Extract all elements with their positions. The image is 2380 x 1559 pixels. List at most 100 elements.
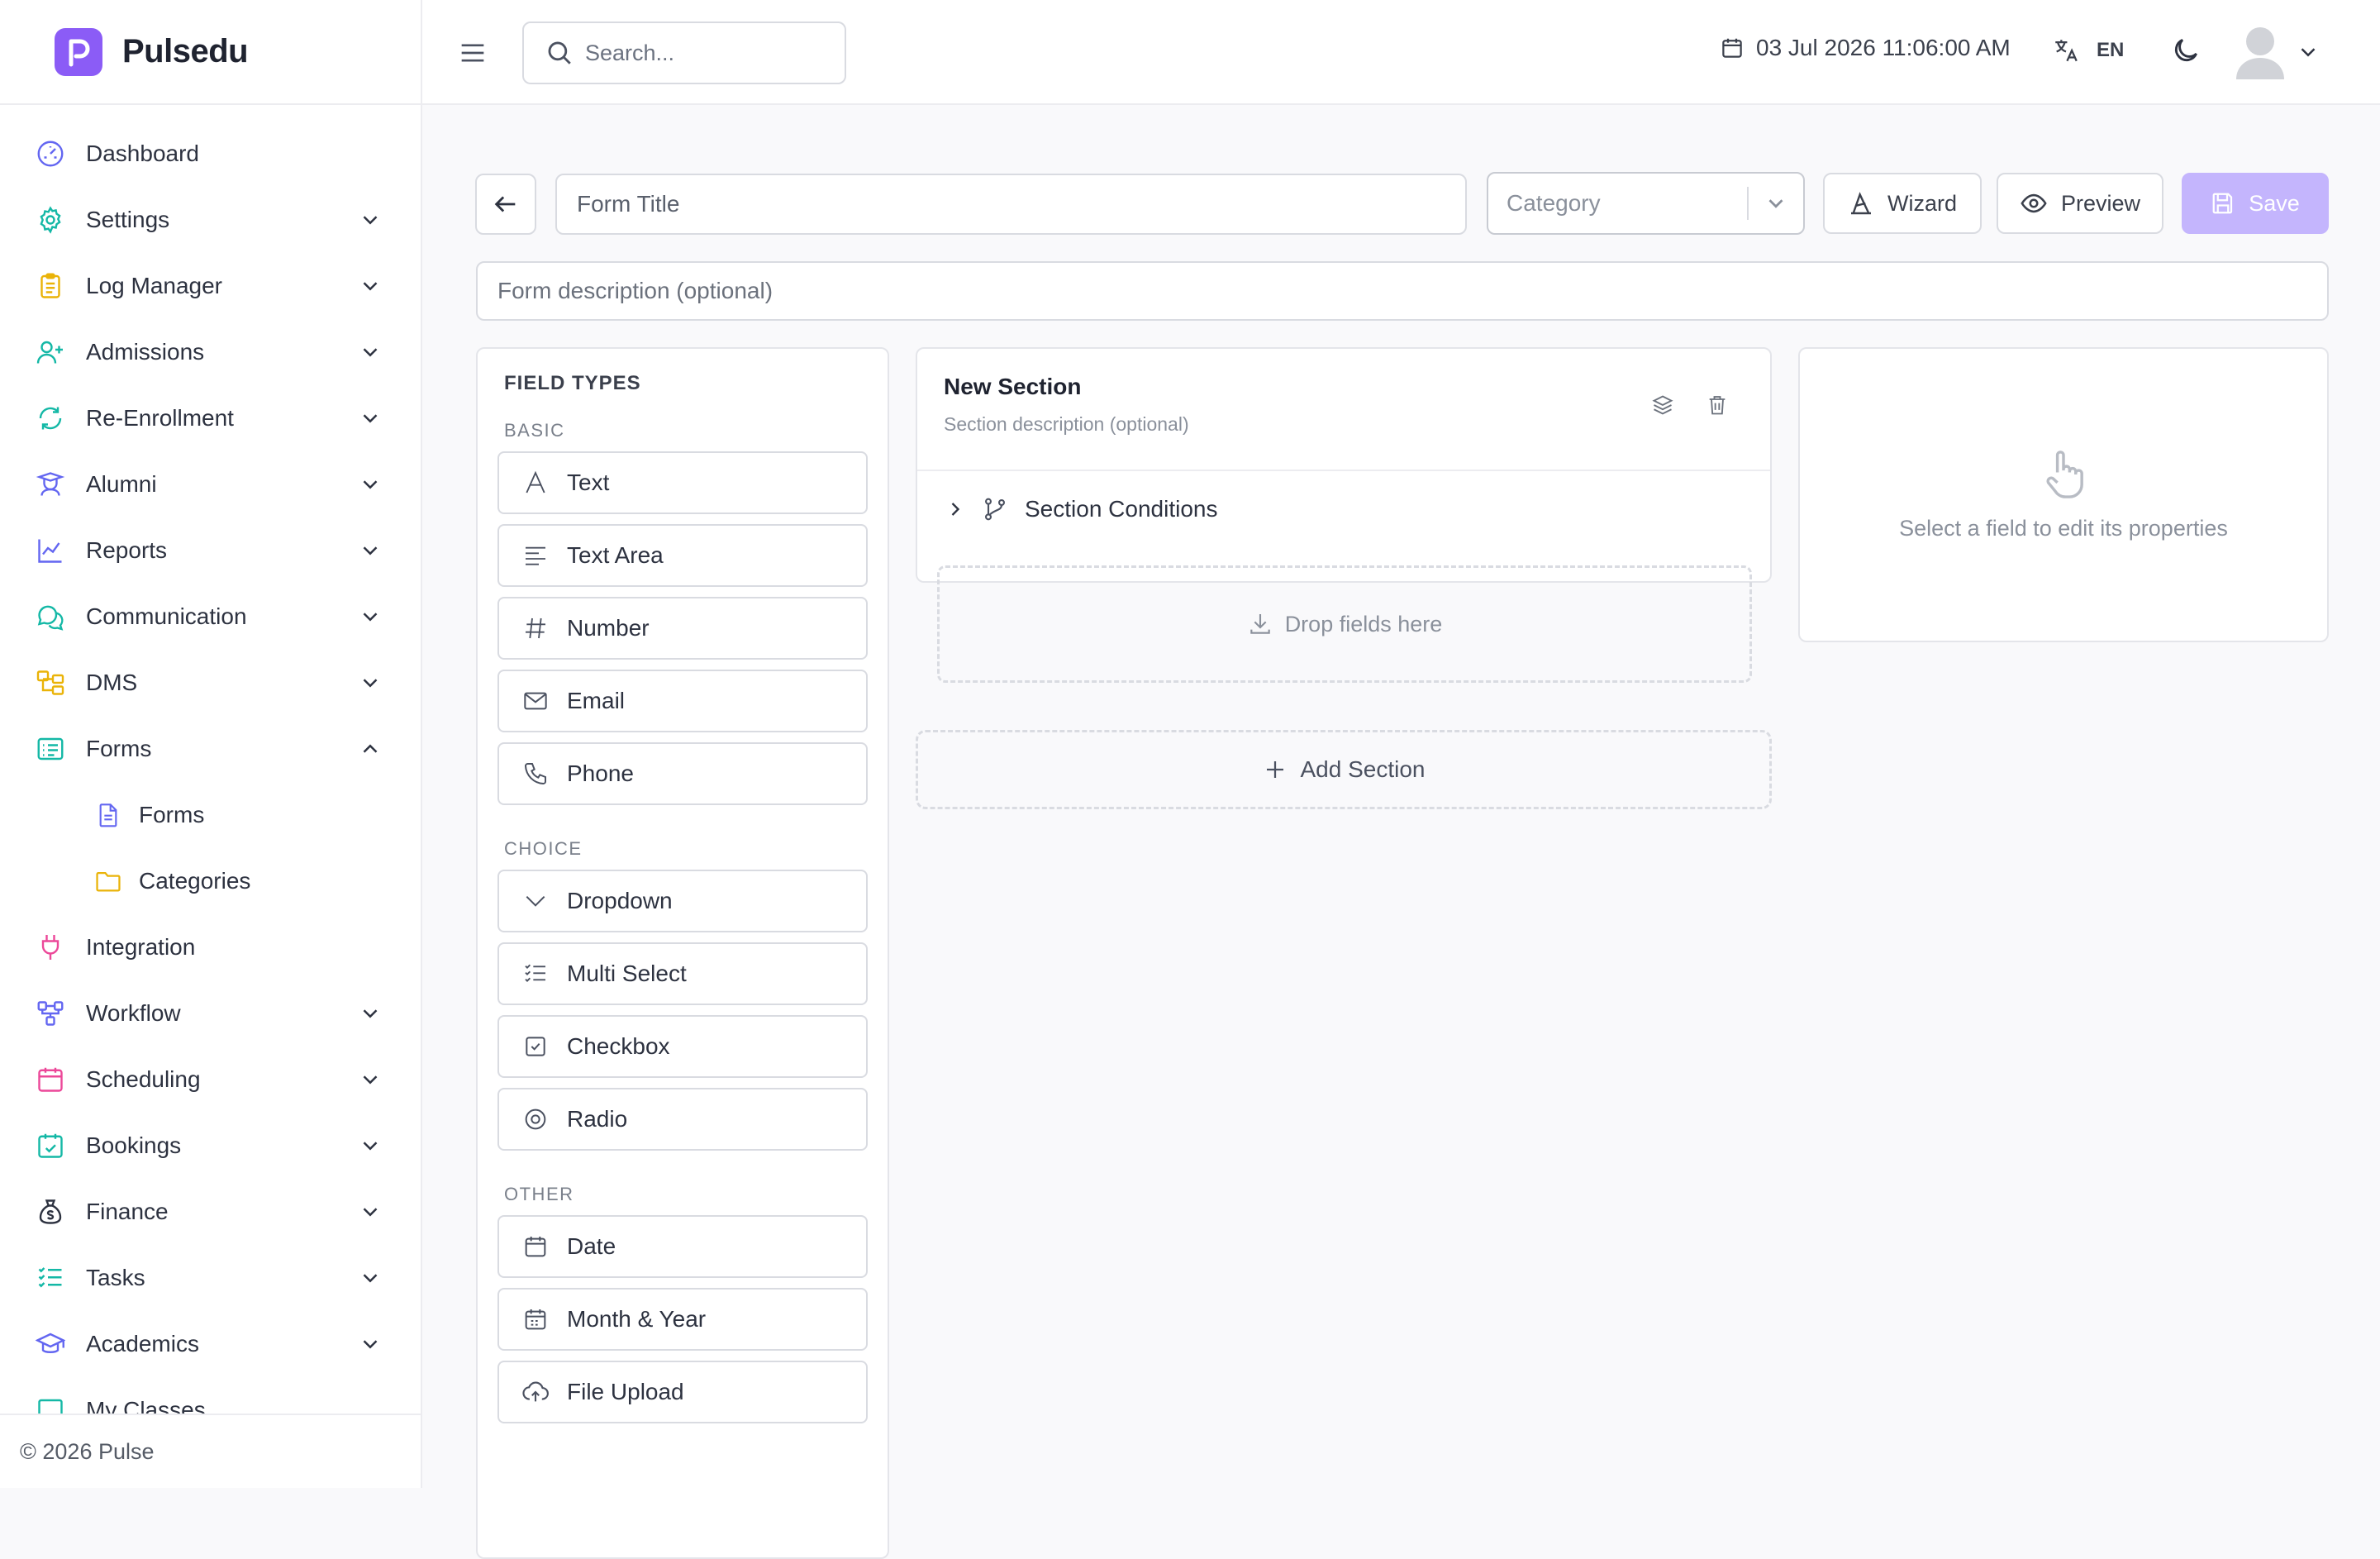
field-type-radio[interactable]: Radio [497,1088,868,1151]
sidebar-item-bookings[interactable]: Bookings [0,1113,421,1179]
language-switcher[interactable]: EN [2052,36,2124,64]
field-type-phone[interactable]: Phone [497,742,868,805]
field-type-date[interactable]: Date [497,1215,868,1278]
section-divider [917,470,1770,471]
calendar-icon [1720,36,1745,60]
sidebar-item-finance[interactable]: Finance [0,1179,421,1245]
category-dropdown-toggle[interactable] [1749,191,1803,216]
field-type-file-upload[interactable]: File Upload [497,1361,868,1423]
sidebar-subitem-forms[interactable]: Forms [0,782,421,848]
chevron-down-icon[interactable] [358,472,383,497]
sidebar-item-communication[interactable]: Communication [0,584,421,650]
classes-icon [33,1393,68,1415]
sidebar-item-academics[interactable]: Academics [0,1311,421,1377]
sidebar: Pulsedu Dashboard Settings Log Manager A… [0,0,422,1488]
translate-icon [2052,36,2080,64]
sidebar-item-alumni[interactable]: Alumni [0,451,421,517]
wizard-button[interactable]: Wizard [1823,173,1982,234]
add-section-button[interactable]: Add Section [916,730,1772,809]
sidebar-item-integration[interactable]: Integration [0,914,421,980]
section-title[interactable]: New Section [944,374,1081,400]
chevron-down-icon[interactable] [358,274,383,298]
back-button[interactable] [475,174,536,235]
search-box[interactable] [522,21,846,84]
floppy-disk-icon [2211,191,2235,216]
layers-button[interactable] [1648,390,1678,420]
workflow-icon [33,996,68,1031]
money-bag-icon [33,1194,68,1229]
form-editor: Category Wizard Preview Save FIELD TYPES… [422,107,2380,1488]
category-select[interactable]: Category [1487,172,1805,235]
field-type-text-area[interactable]: Text Area [497,524,868,587]
sidebar-item-my-classes[interactable]: My Classes [0,1377,421,1415]
drop-zone[interactable]: Drop fields here [937,565,1752,683]
folder-icon [93,865,124,897]
language-code: EN [2097,39,2124,62]
section-description[interactable]: Section description (optional) [944,413,1189,436]
chevron-down-icon[interactable] [358,1067,383,1092]
field-type-multi-select[interactable]: Multi Select [497,942,868,1005]
chevron-down-icon[interactable] [358,1332,383,1356]
preview-button[interactable]: Preview [1997,173,2163,234]
app-logo[interactable]: Pulsedu [0,0,421,105]
sidebar-item-reports[interactable]: Reports [0,517,421,584]
pulsedu-logo-icon [55,28,102,76]
cloud-upload-icon [521,1377,550,1407]
sidebar-item-scheduling[interactable]: Scheduling [0,1046,421,1113]
checkbox-icon [521,1032,550,1061]
arrow-left-icon [492,190,520,218]
properties-empty-message: Select a field to edit its properties [1899,516,2228,541]
field-types-heading: FIELD TYPES [504,372,641,395]
form-list-icon [33,732,68,766]
form-description-input[interactable] [476,261,2329,321]
chevron-down-icon[interactable] [358,1001,383,1026]
menu-toggle-button[interactable] [455,36,490,69]
refresh-icon [33,401,68,436]
sidebar-nav: Dashboard Settings Log Manager Admission… [0,121,421,1415]
hash-icon [521,613,550,643]
moon-icon [2170,35,2202,66]
field-type-dropdown[interactable]: Dropdown [497,870,868,932]
sidebar-subitem-categories[interactable]: Categories [0,848,421,914]
field-type-checkbox[interactable]: Checkbox [497,1015,868,1078]
chevron-down-icon[interactable] [358,1266,383,1290]
field-type-month-year[interactable]: Month & Year [497,1288,868,1351]
delete-section-button[interactable] [1702,390,1732,420]
form-title-input[interactable] [555,174,1467,235]
theme-toggle-button[interactable] [2170,35,2202,66]
chevron-down-icon [2296,40,2320,64]
search-input[interactable] [585,41,816,66]
chat-icon [33,599,68,634]
sidebar-item-admissions[interactable]: Admissions [0,319,421,385]
form-section-card: New Section Section description (optiona… [916,347,1772,583]
sidebar-item-re-enrollment[interactable]: Re-Enrollment [0,385,421,451]
chevron-down-icon[interactable] [358,340,383,365]
field-type-email[interactable]: Email [497,670,868,732]
chevron-down-icon[interactable] [358,406,383,431]
chevron-down-icon[interactable] [358,1133,383,1158]
sidebar-item-log-manager[interactable]: Log Manager [0,253,421,319]
chevron-down-icon[interactable] [358,1199,383,1224]
user-plus-icon [33,335,68,369]
chevron-down-icon[interactable] [358,604,383,629]
sidebar-item-dashboard[interactable]: Dashboard [0,121,421,187]
chevron-down-icon[interactable] [358,538,383,563]
text-icon [521,468,550,498]
chevron-down-icon[interactable] [358,207,383,232]
chevron-down-icon[interactable] [358,670,383,695]
sidebar-item-dms[interactable]: DMS [0,650,421,716]
field-type-text[interactable]: Text [497,451,868,514]
sidebar-item-settings[interactable]: Settings [0,187,421,253]
field-type-number[interactable]: Number [497,597,868,660]
avatar [2235,25,2286,79]
plus-icon [1263,757,1288,782]
section-conditions-toggle[interactable]: Section Conditions [944,484,1217,534]
sidebar-item-tasks[interactable]: Tasks [0,1245,421,1311]
field-types-panel: FIELD TYPES BASIC Text Text Area Number … [476,347,889,1559]
current-datetime: 03 Jul 2026 11:06:00 AM [1720,35,2011,61]
save-button[interactable]: Save [2182,173,2329,234]
user-menu[interactable] [2235,25,2320,79]
sidebar-item-workflow[interactable]: Workflow [0,980,421,1046]
sidebar-item-forms[interactable]: Forms [0,716,421,782]
chevron-up-icon[interactable] [358,737,383,761]
